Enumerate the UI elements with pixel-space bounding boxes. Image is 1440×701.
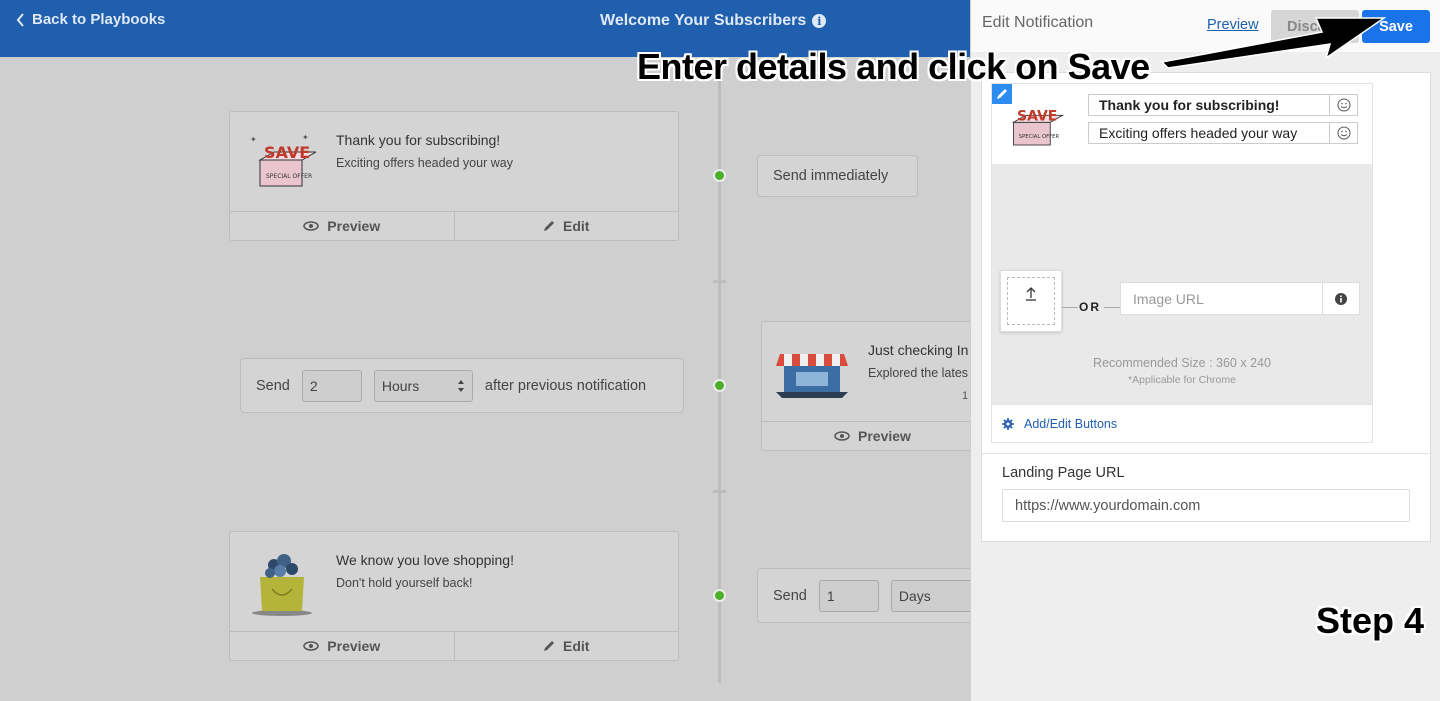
landing-page-placeholder: https://www.yourdomain.com bbox=[1015, 497, 1201, 514]
save-box-image: SAVE SPECIAL OFFER ✦ ✦ bbox=[250, 133, 316, 187]
pencil-icon bbox=[544, 641, 555, 651]
discard-label: Discard bbox=[1287, 18, 1341, 35]
panel-title: Edit Notification bbox=[982, 14, 1094, 31]
info-icon[interactable]: i bbox=[812, 14, 827, 28]
image-url-input[interactable]: Image URL bbox=[1120, 282, 1360, 315]
eye-icon bbox=[834, 431, 850, 441]
timeline-dot bbox=[713, 169, 726, 182]
delay-value: 2 bbox=[309, 377, 318, 394]
or-divider bbox=[1104, 307, 1120, 308]
instruction-annotation: Enter details and click on Save bbox=[637, 46, 1150, 87]
shop-laptop-image bbox=[776, 354, 848, 398]
delay-value: 1 bbox=[826, 587, 835, 604]
section-divider bbox=[982, 453, 1432, 454]
save-box-image: SAVE SPECIAL OFFER bbox=[1011, 109, 1065, 146]
edit-label: Edit bbox=[563, 638, 590, 654]
pencil-icon bbox=[544, 221, 555, 231]
delay-value-input[interactable]: 1 bbox=[818, 579, 879, 612]
back-label: Back to Playbooks bbox=[32, 11, 166, 28]
select-arrows-icon bbox=[457, 379, 464, 392]
or-label: OR bbox=[1079, 300, 1101, 314]
title-field-value: Thank you for subscribing! bbox=[1099, 97, 1280, 113]
smiley-icon[interactable] bbox=[1329, 123, 1357, 143]
preview-button[interactable]: Preview bbox=[230, 632, 454, 660]
edit-notification-panel: Edit Notification Preview Discard Save S… bbox=[970, 0, 1440, 701]
card-footer: Preview Edit bbox=[230, 631, 678, 660]
add-edit-buttons-label: Add/Edit Buttons bbox=[1024, 416, 1118, 431]
edit-button[interactable]: Edit bbox=[453, 212, 679, 240]
info-icon[interactable] bbox=[1322, 283, 1359, 314]
notification-message: Don't hold yourself back! bbox=[336, 576, 473, 590]
eye-icon bbox=[303, 221, 320, 231]
send-immediately-label: Send immediately bbox=[757, 155, 918, 197]
notification-message: Exciting offers headed your way bbox=[336, 156, 513, 170]
preview-label: Preview bbox=[327, 638, 381, 654]
delay-suffix: after previous notification bbox=[484, 377, 647, 394]
svg-text:✦: ✦ bbox=[250, 135, 257, 144]
card-footer: Preview Edit bbox=[230, 211, 678, 240]
add-edit-buttons-link[interactable]: Add/Edit Buttons bbox=[992, 404, 1372, 442]
applicable-note: *Applicable for Chrome bbox=[1128, 374, 1236, 386]
notification-editor: SAVE SPECIAL OFFER Thank you for subscri… bbox=[981, 72, 1432, 542]
preview-button[interactable]: Preview bbox=[230, 212, 454, 240]
svg-text:SPECIAL OFFER: SPECIAL OFFER bbox=[266, 173, 312, 180]
timeline-dot bbox=[713, 589, 726, 602]
save-button[interactable]: Save bbox=[1362, 10, 1430, 43]
landing-page-label: Landing Page URL bbox=[1002, 465, 1125, 481]
notification-card: SAVE SPECIAL OFFER ✦ ✦ Thank you for subs… bbox=[229, 111, 679, 241]
notification-title-field[interactable]: Thank you for subscribing! bbox=[1088, 94, 1358, 116]
step-annotation: Step 4 bbox=[1316, 600, 1425, 641]
smiley-icon[interactable] bbox=[1329, 95, 1357, 115]
edit-button[interactable]: Edit bbox=[453, 632, 679, 660]
page-title-text: Welcome Your Subscribers bbox=[600, 12, 807, 29]
notification-extra: 1 bbox=[962, 390, 969, 402]
preview-label: Preview bbox=[327, 218, 381, 234]
page-title: Welcome Your Subscribers i bbox=[600, 12, 827, 30]
delay-unit: Days bbox=[898, 587, 931, 604]
panel-preview-link[interactable]: Preview bbox=[1207, 17, 1259, 33]
save-label: Save bbox=[1379, 18, 1413, 35]
discard-button[interactable]: Discard bbox=[1271, 10, 1359, 43]
recommended-size: Recommended Size : 360 x 240 bbox=[1093, 356, 1271, 370]
send-label: Send bbox=[256, 377, 290, 394]
notification-title: Just checking In bbox=[868, 342, 969, 358]
image-url-placeholder: Image URL bbox=[1133, 290, 1204, 307]
send-immediately-text: Send immediately bbox=[773, 168, 889, 184]
notification-preview-box: SAVE SPECIAL OFFER Thank you for subscri… bbox=[991, 83, 1373, 443]
chevron-left-icon bbox=[16, 12, 24, 27]
eye-icon bbox=[303, 641, 320, 651]
svg-text:SAVE: SAVE bbox=[1017, 109, 1057, 125]
gear-icon bbox=[1002, 417, 1014, 430]
panel-header: Edit Notification Preview Discard Save bbox=[971, 0, 1440, 52]
notification-card: We know you love shopping! Don't hold yo… bbox=[229, 531, 679, 661]
notification-title: Thank you for subscribing! bbox=[336, 132, 501, 148]
timeline-tick bbox=[713, 490, 726, 493]
upload-dropzone bbox=[1007, 277, 1055, 325]
image-upload-area: OR Image URL Recommended Size : 360 x 24… bbox=[992, 164, 1372, 404]
delay-row: Send 2 Hours after previous notification bbox=[240, 358, 684, 413]
message-field-value: Exciting offers headed your way bbox=[1099, 125, 1298, 141]
notification-message: Explored the lates bbox=[868, 366, 969, 380]
svg-text:✦: ✦ bbox=[302, 133, 309, 142]
svg-text:SPECIAL OFFER: SPECIAL OFFER bbox=[1019, 134, 1060, 140]
notification-title: We know you love shopping! bbox=[336, 552, 514, 568]
back-to-playbooks-link[interactable]: Back to Playbooks bbox=[16, 11, 165, 28]
timeline-tick bbox=[713, 280, 726, 283]
upload-button[interactable] bbox=[1000, 270, 1062, 332]
shopping-bag-image bbox=[252, 554, 312, 616]
send-label: Send bbox=[773, 587, 807, 604]
notification-message-field[interactable]: Exciting offers headed your way bbox=[1088, 122, 1358, 144]
timeline-dot bbox=[713, 379, 726, 392]
edit-label: Edit bbox=[563, 218, 590, 234]
delay-value-input[interactable]: 2 bbox=[301, 369, 362, 402]
or-divider bbox=[1062, 307, 1078, 308]
upload-icon bbox=[1026, 287, 1036, 301]
svg-text:SAVE: SAVE bbox=[264, 143, 310, 162]
landing-page-url-input[interactable]: https://www.yourdomain.com bbox=[1002, 489, 1410, 522]
preview-label: Preview bbox=[858, 428, 911, 444]
delay-unit: Hours bbox=[381, 377, 420, 394]
delay-unit-select[interactable]: Hours bbox=[373, 369, 473, 402]
